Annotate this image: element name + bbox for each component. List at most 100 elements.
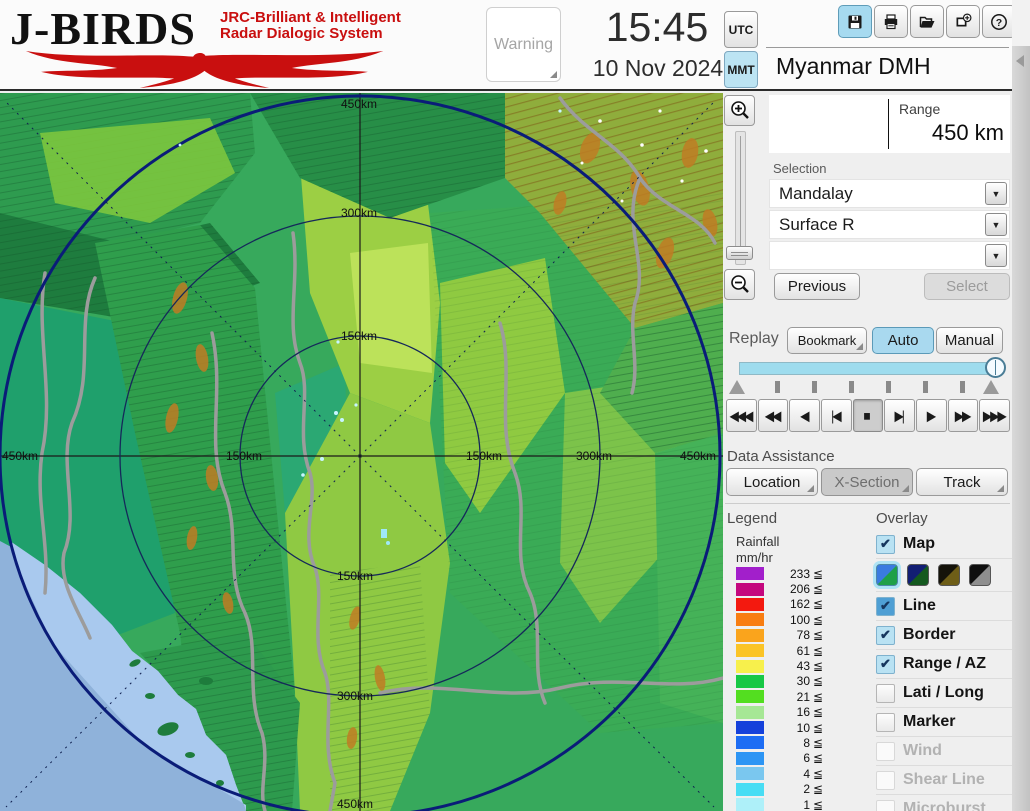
zoom-slider-handle[interactable] — [726, 246, 753, 260]
legend-value: 6 — [764, 751, 810, 765]
track-button[interactable]: Track — [916, 468, 1008, 496]
zoom-in-icon — [729, 100, 751, 122]
logo-tagline: JRC-Brilliant & Intelligent Radar Dialog… — [220, 10, 401, 42]
legend-color-swatch — [736, 706, 764, 719]
utc-button[interactable]: UTC — [724, 11, 758, 48]
capture-button[interactable] — [946, 5, 980, 38]
panel-edge-top — [1012, 0, 1030, 46]
save-button[interactable] — [838, 5, 872, 38]
checkbox-line[interactable]: ✔ — [876, 597, 895, 616]
replay-range-end-marker[interactable] — [983, 380, 999, 394]
play-reverse-button[interactable]: ◀ — [789, 399, 820, 432]
step-back-button[interactable]: |◀ — [821, 399, 852, 432]
zoom-slider-track[interactable] — [735, 131, 746, 265]
map-style-black-gray[interactable] — [969, 564, 991, 586]
extra-dropdown[interactable]: ▼ — [769, 241, 1010, 270]
replay-label: Replay — [729, 330, 779, 348]
open-button[interactable] — [910, 5, 944, 38]
station-title: Myanmar DMH — [776, 53, 931, 80]
legend-color-swatch — [736, 613, 764, 626]
auto-mode-button[interactable]: Auto — [872, 327, 934, 354]
product-dropdown[interactable]: Surface R ▼ — [769, 210, 1010, 239]
x-section-button[interactable]: X-Section — [821, 468, 913, 496]
legend-suffix: ≦ — [813, 751, 823, 765]
legend-color-swatch — [736, 752, 764, 765]
legend-color-swatch — [736, 660, 764, 673]
stop-button[interactable]: ■ — [853, 399, 884, 432]
print-button[interactable] — [874, 5, 908, 38]
jbirds-logo: J-BIRDS JRC-Brilliant & Intelligent Rada… — [10, 2, 480, 88]
overlay-item-lati-long[interactable]: Lati / Long — [876, 678, 1012, 707]
eagle-icon — [12, 50, 397, 88]
fast-rewind-button[interactable]: ◀◀ — [758, 399, 789, 432]
legend-row: 10≦ — [736, 720, 846, 735]
legend-suffix: ≦ — [813, 674, 823, 688]
overlay-item-marker[interactable]: Marker — [876, 707, 1012, 736]
help-button[interactable]: ? — [982, 5, 1016, 38]
range-ring-label: 150km — [466, 449, 502, 463]
overlay-label: Range / AZ — [903, 655, 986, 673]
overlay-item-microburst: Microburst — [876, 794, 1012, 811]
zoom-out-button[interactable] — [724, 269, 755, 300]
radar-map-canvas[interactable]: 450km 300km 150km 150km 300km 450km 450k… — [0, 93, 723, 811]
replay-progress-handle[interactable] — [985, 357, 1006, 378]
legend-suffix: ≦ — [813, 628, 823, 642]
map-style-black-olive[interactable] — [938, 564, 960, 586]
legend-value: 1 — [764, 798, 810, 811]
legend-color-swatch — [736, 629, 764, 642]
legend-suffix: ≦ — [813, 705, 823, 719]
step-forward-button[interactable]: ▶| — [884, 399, 915, 432]
map-style-navy-darkgreen[interactable] — [907, 564, 929, 586]
legend-value: 2 — [764, 782, 810, 796]
overlay-item-wind: Wind — [876, 736, 1012, 765]
overlay-item-range-az[interactable]: ✔ Range / AZ — [876, 649, 1012, 678]
bookmark-button[interactable]: Bookmark — [787, 327, 867, 354]
legend-value: 233 — [764, 567, 810, 581]
legend-row: 43≦ — [736, 658, 846, 673]
overlay-label: Marker — [903, 713, 955, 731]
overlay-item-line[interactable]: ✔Line — [876, 591, 1012, 620]
manual-mode-button[interactable]: Manual — [936, 327, 1003, 354]
location-button[interactable]: Location — [726, 468, 818, 496]
range-ring-label: 150km — [226, 449, 262, 463]
overlay-item-border[interactable]: ✔Border — [876, 620, 1012, 649]
chevron-down-icon[interactable]: ▼ — [985, 244, 1007, 267]
jump-start-button[interactable]: ◀◀◀ — [726, 399, 757, 432]
legend-value: 206 — [764, 582, 810, 596]
replay-tick — [960, 381, 965, 393]
fast-forward-button[interactable]: ▶▶ — [948, 399, 979, 432]
replay-tick — [849, 381, 854, 393]
legend-suffix: ≦ — [813, 659, 823, 673]
map-style-blue-green[interactable] — [876, 564, 898, 586]
overlay-list: ✔Map✔Line✔Border✔Range / AZLati / LongMa… — [876, 530, 1012, 811]
mmt-button[interactable]: MMT — [724, 51, 758, 88]
help-icon: ? — [990, 13, 1008, 31]
legend-title: Legend — [727, 510, 777, 527]
replay-range-start-marker[interactable] — [729, 380, 745, 394]
chevron-down-icon[interactable]: ▼ — [985, 182, 1007, 205]
legend-color-swatch — [736, 798, 764, 811]
zoom-in-button[interactable] — [724, 95, 755, 126]
checkbox-lati-long[interactable] — [876, 684, 895, 703]
overlay-label: Lati / Long — [903, 684, 984, 702]
section-separator — [725, 503, 1010, 504]
previous-button[interactable]: Previous — [774, 273, 860, 300]
chevron-down-icon[interactable]: ▼ — [985, 213, 1007, 236]
warning-button[interactable]: Warning — [486, 7, 561, 82]
checkbox-range-az[interactable]: ✔ — [876, 655, 895, 674]
add-capture-icon — [954, 13, 972, 31]
checkbox-map[interactable]: ✔ — [876, 535, 895, 554]
legend-unit-line1: Rainfall — [736, 534, 779, 549]
select-button[interactable]: Select — [924, 273, 1010, 300]
checkbox-border[interactable]: ✔ — [876, 626, 895, 645]
checkbox-marker[interactable] — [876, 713, 895, 732]
range-ring-label: 150km — [341, 329, 377, 343]
play-button[interactable]: ▶ — [916, 399, 947, 432]
site-dropdown[interactable]: Mandalay ▼ — [769, 179, 1010, 208]
legend-value: 8 — [764, 736, 810, 750]
replay-progress-track[interactable] — [739, 362, 997, 375]
jump-end-button[interactable]: ▶▶▶ — [979, 399, 1010, 432]
overlay-item-map[interactable]: ✔Map — [876, 530, 1012, 558]
selection-label: Selection — [773, 161, 826, 176]
panel-collapse-arrow-icon[interactable] — [1016, 55, 1024, 67]
